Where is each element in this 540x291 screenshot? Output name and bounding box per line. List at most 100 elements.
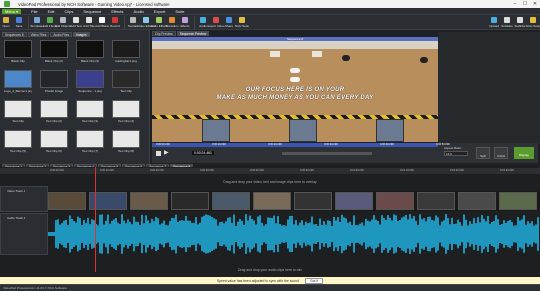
video-track[interactable] <box>48 191 540 211</box>
transition-button[interactable]: Transition <box>165 15 179 30</box>
menu-item-clips[interactable]: Clips <box>64 9 73 14</box>
record-button[interactable]: Record <box>109 15 121 30</box>
got-it-button[interactable]: Got it <box>304 277 324 284</box>
display-button[interactable]: Display <box>514 147 534 159</box>
bin-clip[interactable]: Text Clip (7) <box>76 130 104 154</box>
audio-effects-button[interactable]: Audio Effects <box>150 15 168 30</box>
video-clip-thumbnail[interactable] <box>253 192 291 210</box>
bin-clip[interactable]: loadingbar1.png <box>112 40 140 64</box>
bin-tab-3[interactable]: Audio Files <box>50 32 73 37</box>
share-button[interactable]: Share <box>223 15 235 30</box>
video-clip-thumbnail[interactable] <box>171 192 209 210</box>
menu-item-export[interactable]: Export <box>154 9 166 14</box>
menu-item-audio[interactable]: Audio <box>134 9 144 14</box>
bin-clip[interactable]: Text Clip <box>4 100 32 124</box>
stop-button[interactable] <box>156 151 161 156</box>
door-left <box>202 119 230 142</box>
window-title: VideoPad Professional by NCH Software - … <box>18 1 170 7</box>
aspect-ratio-select[interactable]: 16:9 <box>444 151 468 156</box>
bin-clip[interactable]: Blank Clip (2) <box>40 40 68 64</box>
clip-thumbnail <box>40 40 68 58</box>
timeline-ruler-tick: 0:00:50.000 <box>300 169 314 172</box>
close-button[interactable]: ✕ <box>530 0 540 8</box>
minimize-button[interactable]: – <box>510 0 520 8</box>
menu-item-edit[interactable]: Edit <box>48 9 55 14</box>
bin-clip[interactable]: Blank Clip (3) <box>76 40 104 64</box>
video-clip-thumbnail[interactable] <box>458 192 496 210</box>
bin-tab-1[interactable]: Sequences 8 <box>2 32 27 37</box>
toolbar-separator <box>124 16 125 29</box>
upload-button[interactable]: Upload <box>488 15 500 30</box>
bin-tab-4[interactable]: Images <box>73 32 90 37</box>
export-video-button[interactable]: Export Video <box>207 15 225 30</box>
effects-button[interactable]: Effects <box>179 15 191 30</box>
right-side-panel <box>438 32 540 144</box>
maximize-button[interactable]: ☐ <box>520 0 530 8</box>
menu-item-effects[interactable]: Effects <box>111 9 123 14</box>
clip-label: Pixelat Image <box>44 89 64 93</box>
bin-clip[interactable]: Text Clip (4) <box>112 100 140 124</box>
add-title-button[interactable]: Add Title <box>83 15 95 30</box>
playhead[interactable] <box>95 167 96 272</box>
menu-item-sequence[interactable]: Sequence <box>83 9 101 14</box>
aspect-ratio-label: Aspect Ratio: <box>444 146 462 150</box>
bin-clip[interactable]: Sequence - 1.png <box>76 70 104 94</box>
preview-controls: 0:00:00.000 0:00:10.000 0:00:20.000 0:00:30… <box>152 143 538 163</box>
subtitles-button[interactable]: Subtitles <box>501 15 513 30</box>
timeline-ruler[interactable]: 0:00:00.000 0:00:10.000 0:00:20.000 0:00:30… <box>0 168 540 174</box>
toolbar-button-label: Add Objects <box>54 24 72 28</box>
split-button[interactable]: Split <box>476 147 490 159</box>
timeline: 0:00:00.000 0:00:10.000 0:00:20.000 0:00:30… <box>0 167 540 277</box>
video-clip-thumbnail[interactable] <box>335 192 373 210</box>
menu-item-suite[interactable]: Suite <box>175 9 184 14</box>
video-clip-thumbnail[interactable] <box>499 192 537 210</box>
preview-tab-1[interactable]: Clip Preview <box>152 31 176 36</box>
clip-label: Text Clip <box>12 119 24 123</box>
play-button[interactable]: ▶ <box>164 150 169 156</box>
templates-button[interactable]: Templates <box>30 15 44 30</box>
nch-suite-button[interactable]: NCH Suite <box>526 15 540 30</box>
video-effects-icon <box>143 17 149 23</box>
bin-clip[interactable]: Text Clip (6) <box>40 130 68 154</box>
video-clip-thumbnail[interactable] <box>48 192 86 210</box>
notification-text: Speed value has been adjusted to sync wi… <box>216 278 299 283</box>
preview-ruler-tick: 0:00:20.000 <box>268 143 282 146</box>
add-text-button[interactable]: Add Text <box>70 15 82 30</box>
bin-tab-2[interactable]: Video Files <box>27 32 50 37</box>
folder-icon <box>3 17 9 23</box>
clip-thumbnail <box>76 70 104 88</box>
preview-scrub-bar[interactable] <box>152 143 438 147</box>
bin-clip[interactable]: Logo_2_Banner1.png <box>4 70 32 94</box>
audio-waveform[interactable] <box>48 213 540 255</box>
toolbar-button-label: Add Text <box>70 24 82 28</box>
menu-item-menu[interactable]: Menu ▾ <box>2 8 22 14</box>
toolbar-separator <box>28 16 29 29</box>
bin-clip[interactable]: Text Clip (3) <box>76 100 104 124</box>
sequence-preview-canvas[interactable]: OUR FOCUS HERE IS ON YOUR MAKE AS MUCH M… <box>152 41 438 142</box>
menu-item-file[interactable]: File <box>31 9 37 14</box>
door-center <box>289 119 317 142</box>
video-clip-thumbnail[interactable] <box>130 192 168 210</box>
add-objects-button[interactable]: Add Objects <box>54 15 72 30</box>
add-blank-button[interactable]: Add Blank <box>95 15 109 30</box>
bin-clip[interactable]: Text Clip <box>112 70 140 94</box>
nch-suite-button[interactable]: NCH Suite <box>235 15 249 30</box>
bin-clip[interactable]: Text Clip (2) <box>40 100 68 124</box>
player-sprite <box>290 77 300 82</box>
unlink-button[interactable]: Unlink <box>494 147 508 159</box>
video-clip-thumbnail[interactable] <box>294 192 332 210</box>
video-clip-thumbnail[interactable] <box>212 192 250 210</box>
save-button[interactable]: Save <box>13 15 25 30</box>
stabilize-button[interactable]: Stabilize <box>514 15 526 30</box>
clip-label: Sequence - 1.png <box>78 89 102 93</box>
unlink-label: Unlink <box>496 154 506 158</box>
zoom-bar[interactable] <box>282 152 372 155</box>
preview-tab-2[interactable]: Sequence Preview <box>176 31 210 36</box>
video-clip-thumbnail[interactable] <box>376 192 414 210</box>
bin-clip[interactable]: Text Clip (5) <box>4 130 32 154</box>
open-button[interactable]: Open <box>0 15 12 30</box>
bin-clip[interactable]: Text Clip (8) <box>112 130 140 154</box>
bin-clip[interactable]: Pixelat Image <box>40 70 68 94</box>
bin-clip[interactable]: Blank Clip <box>4 40 32 64</box>
video-clip-thumbnail[interactable] <box>417 192 455 210</box>
